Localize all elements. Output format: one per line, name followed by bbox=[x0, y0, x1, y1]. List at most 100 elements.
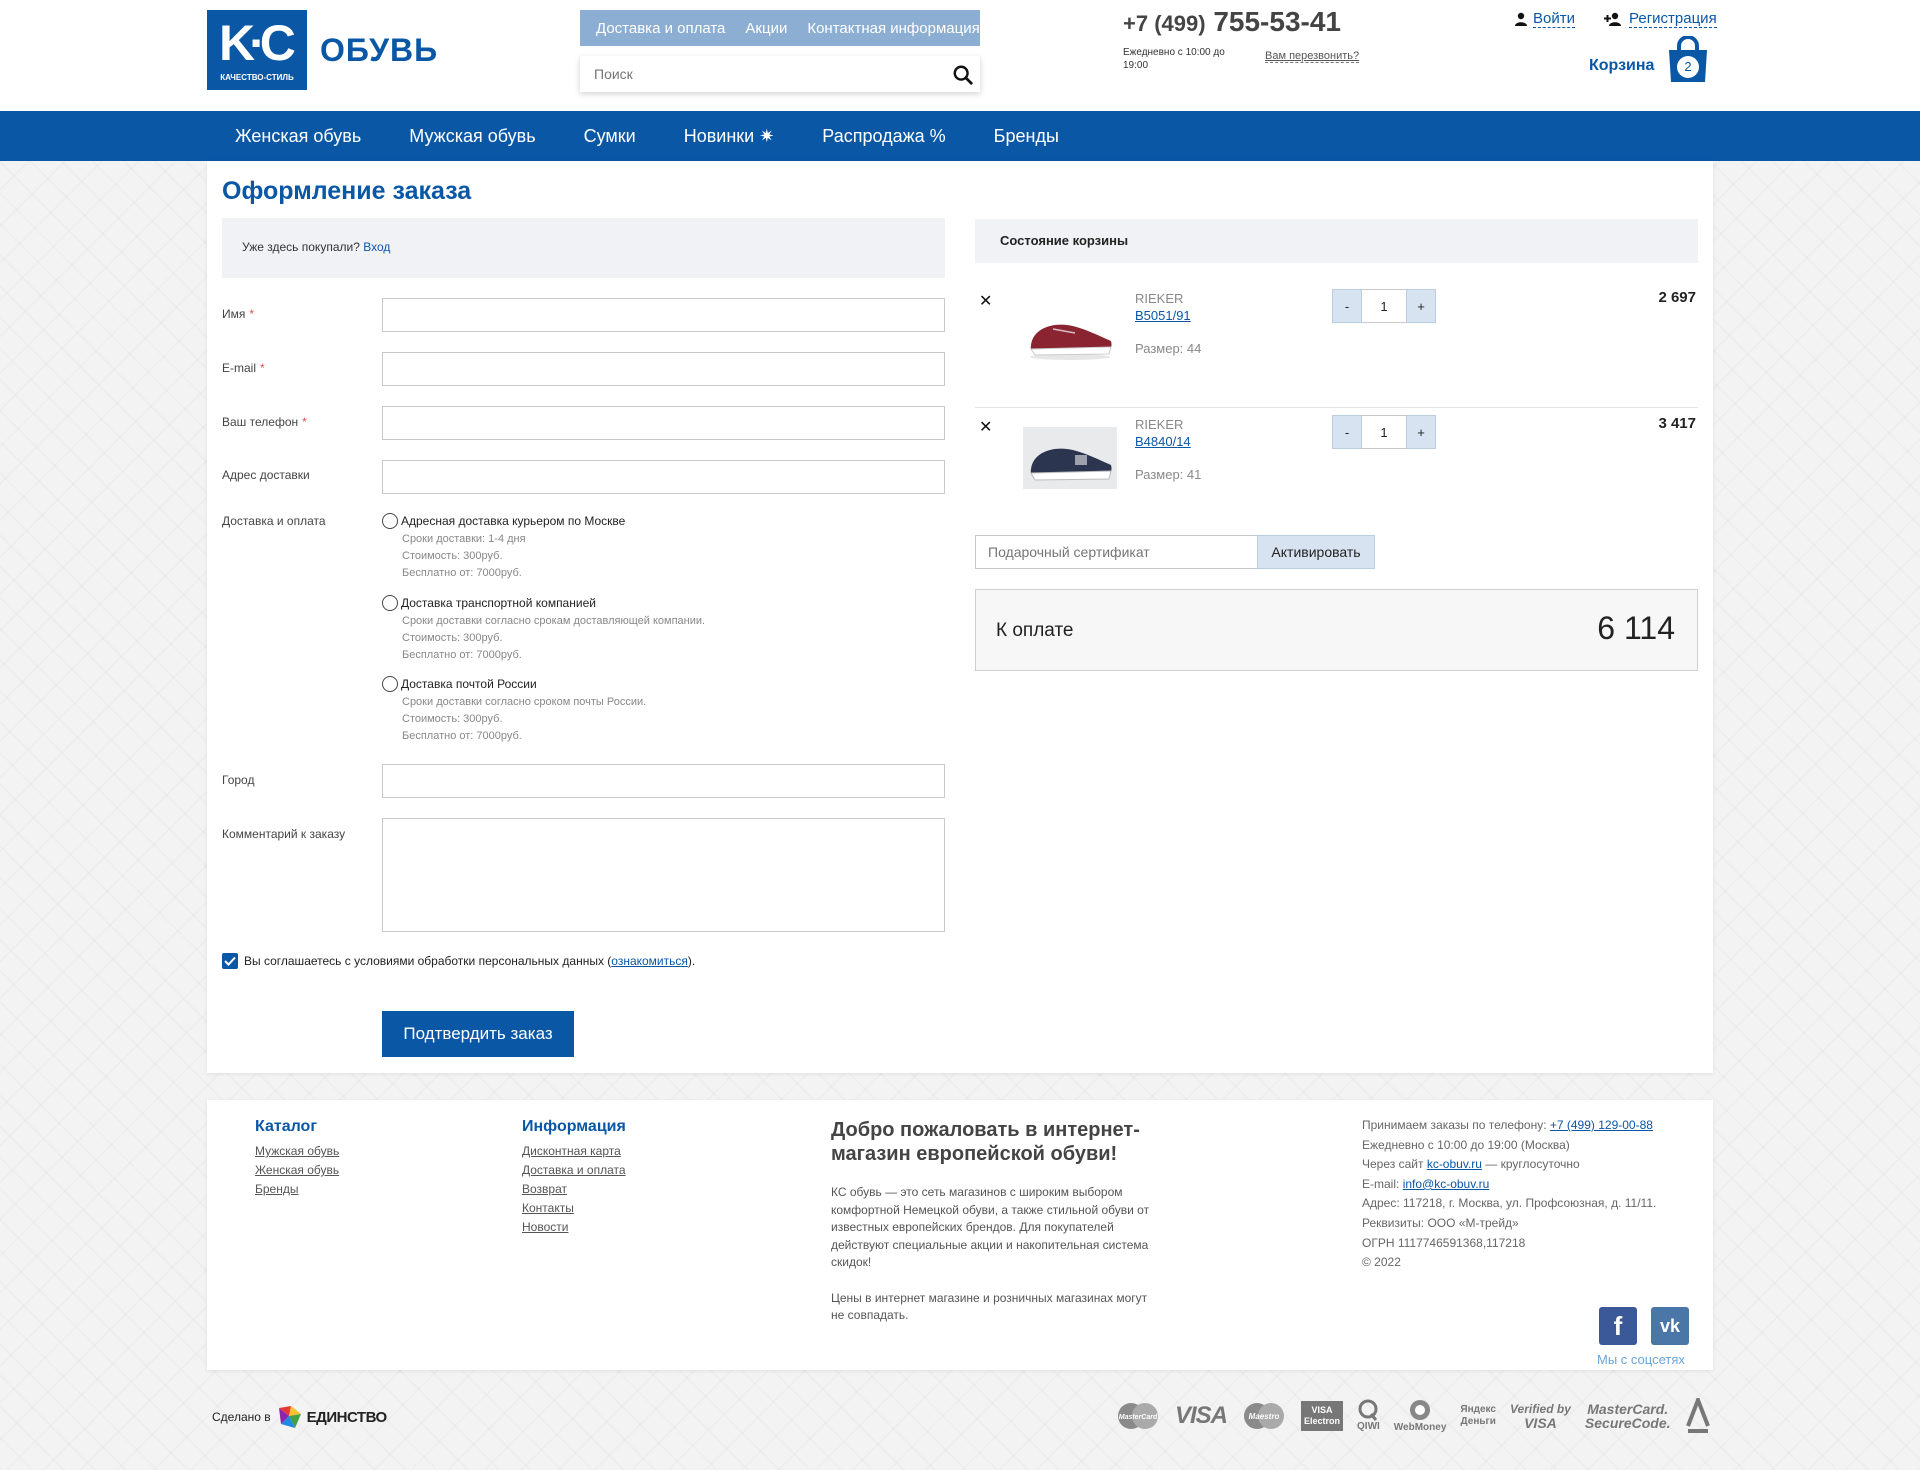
orders-phone-link[interactable]: +7 (499) 129-00-88 bbox=[1550, 1118, 1653, 1132]
footer-info-title: Информация bbox=[522, 1118, 626, 1135]
quantity-stepper: - 1 + bbox=[1332, 415, 1436, 449]
footer-welcome: Добро пожаловать в интернет-магазин евро… bbox=[831, 1118, 1161, 1325]
consent-end: ). bbox=[687, 954, 696, 968]
product-image[interactable] bbox=[1023, 301, 1117, 363]
top-link-delivery[interactable]: Доставка и оплата bbox=[596, 20, 725, 37]
footer-link-contacts[interactable]: Контакты bbox=[522, 1199, 626, 1218]
required-mark: * bbox=[302, 415, 307, 429]
mastercard-securecode-icon: MasterCard. SecureCode. bbox=[1585, 1402, 1671, 1430]
footer-info: Информация Дисконтная карта Доставка и о… bbox=[522, 1118, 626, 1237]
email-link[interactable]: info@kc-obuv.ru bbox=[1403, 1177, 1490, 1191]
footer-link-men[interactable]: Мужская обувь bbox=[255, 1142, 339, 1161]
cart-item: ✕ RIEKER B4840/14 Размер: 41 - 1 + 3 417 bbox=[975, 409, 1698, 534]
footer-link-discount[interactable]: Дисконтная карта bbox=[522, 1142, 626, 1161]
developer-name: ЕДИНСТВО bbox=[306, 1408, 388, 1426]
search-icon[interactable] bbox=[952, 64, 974, 86]
orders-text: Принимаем заказы по телефону: bbox=[1362, 1118, 1547, 1132]
site-logo[interactable]: K·C КАЧЕСТВО-СТИЛЬ bbox=[207, 10, 307, 90]
login-inline-link[interactable]: Вход bbox=[363, 240, 390, 254]
footer-link-delivery[interactable]: Доставка и оплата bbox=[522, 1161, 626, 1180]
payment-methods: MasterCard VISA Maestro VISA Electron QI… bbox=[1115, 1398, 1711, 1434]
top-link-promos[interactable]: Акции bbox=[745, 20, 787, 37]
gift-certificate-wrap bbox=[975, 535, 1258, 569]
social-caption: Мы с соцсетях bbox=[1597, 1352, 1685, 1367]
developer-logo[interactable]: ЕДИНСТВО bbox=[277, 1404, 387, 1430]
footer-link-return[interactable]: Возврат bbox=[522, 1180, 626, 1199]
nav-women[interactable]: Женская обувь bbox=[235, 126, 361, 147]
search-input[interactable] bbox=[580, 56, 980, 92]
total-label: К оплате bbox=[996, 620, 1074, 641]
address-field[interactable] bbox=[383, 461, 944, 493]
product-image[interactable] bbox=[1023, 427, 1117, 489]
email-field[interactable] bbox=[383, 353, 944, 385]
checkmark-icon bbox=[224, 956, 236, 966]
delivery-free: Бесплатно от: 7000руб. bbox=[402, 567, 522, 579]
city-field[interactable] bbox=[383, 765, 944, 797]
remove-item-icon[interactable]: ✕ bbox=[979, 417, 992, 437]
consent-checkbox[interactable] bbox=[222, 953, 238, 969]
required-mark: * bbox=[249, 307, 255, 321]
mastercard-label: MasterCard bbox=[1119, 1414, 1158, 1421]
login-label: Войти bbox=[1533, 10, 1575, 28]
consent-link[interactable]: ознакомиться bbox=[611, 954, 688, 968]
add-user-icon bbox=[1604, 12, 1621, 26]
quantity-minus-button[interactable]: - bbox=[1332, 415, 1362, 449]
header-phone[interactable]: +7 (499) 755-53-41 bbox=[1123, 6, 1341, 38]
visa-icon: VISA bbox=[1175, 1402, 1228, 1429]
confirm-order-button[interactable]: Подтвердить заказ bbox=[382, 1011, 574, 1057]
nav-bags[interactable]: Сумки bbox=[584, 126, 636, 147]
logo-word[interactable]: ОБУВЬ bbox=[320, 32, 438, 69]
footer: Каталог Мужская обувь Женская обувь Брен… bbox=[207, 1100, 1713, 1370]
facebook-icon[interactable]: f bbox=[1599, 1307, 1637, 1345]
delivery-radio-post[interactable] bbox=[382, 676, 398, 692]
delivery-option-post: Доставка почтой России Сроки доставки со… bbox=[382, 676, 646, 745]
top-link-contacts[interactable]: Контактная информация bbox=[807, 20, 979, 37]
email-field-wrap bbox=[382, 352, 945, 386]
name-field[interactable] bbox=[383, 299, 944, 331]
quantity-stepper: - 1 + bbox=[1332, 289, 1436, 323]
delivery-radio-courier[interactable] bbox=[382, 513, 398, 529]
footer-link-brands[interactable]: Бренды bbox=[255, 1180, 339, 1199]
phone-field[interactable] bbox=[383, 407, 944, 439]
footer-catalog-title: Каталог bbox=[255, 1118, 317, 1135]
comment-field[interactable] bbox=[382, 818, 945, 932]
register-link[interactable]: Регистрация bbox=[1604, 10, 1717, 28]
quantity-input[interactable]: 1 bbox=[1362, 415, 1406, 449]
site-link[interactable]: kc-obuv.ru bbox=[1427, 1157, 1482, 1171]
nav-brands[interactable]: Бренды bbox=[994, 126, 1059, 147]
footer-link-women[interactable]: Женская обувь bbox=[255, 1161, 339, 1180]
quantity-plus-button[interactable]: + bbox=[1406, 289, 1436, 323]
nav-sale[interactable]: Распродажа % bbox=[822, 126, 945, 147]
work-hours: Ежедневно с 10:00 до 19:00 bbox=[1123, 47, 1225, 71]
delivery-option-transport: Доставка транспортной компанией Сроки до… bbox=[382, 595, 705, 664]
gift-certificate-input[interactable] bbox=[976, 536, 1257, 568]
qiwi-symbol bbox=[1358, 1399, 1378, 1421]
quantity-input[interactable]: 1 bbox=[1362, 289, 1406, 323]
cart-state-heading: Состояние корзины bbox=[975, 219, 1698, 263]
product-brand: RIEKER bbox=[1135, 291, 1184, 306]
quantity-plus-button[interactable]: + bbox=[1406, 415, 1436, 449]
visa-electron-bottom: Electron bbox=[1304, 1416, 1341, 1426]
product-sku-link[interactable]: B5051/91 bbox=[1135, 308, 1191, 323]
logo-mark: K·C bbox=[219, 15, 296, 71]
contacts-hours: Ежедневно с 10:00 до 19:00 (Москва) bbox=[1362, 1137, 1570, 1152]
callback-link[interactable]: Вам перезвонить? bbox=[1265, 50, 1360, 63]
footer-link-news[interactable]: Новости bbox=[522, 1218, 626, 1237]
product-sku-link[interactable]: B4840/14 bbox=[1135, 434, 1191, 449]
register-label: Регистрация bbox=[1629, 10, 1717, 28]
remove-item-icon[interactable]: ✕ bbox=[979, 291, 992, 311]
address-field-wrap bbox=[382, 460, 945, 494]
login-link[interactable]: Войти bbox=[1514, 10, 1575, 28]
quantity-minus-button[interactable]: - bbox=[1332, 289, 1362, 323]
qiwi-icon: QIWI bbox=[1357, 1399, 1380, 1433]
delivery-term: Сроки доставки: 1-4 дня bbox=[402, 533, 526, 545]
nav-men[interactable]: Мужская обувь bbox=[409, 126, 535, 147]
contacts-address: Адрес: 117218, г. Москва, ул. Профсоюзна… bbox=[1362, 1196, 1657, 1211]
activate-certificate-button[interactable]: Активировать bbox=[1257, 535, 1375, 569]
page-title: Оформление заказа bbox=[222, 177, 472, 205]
delivery-radio-transport[interactable] bbox=[382, 595, 398, 611]
nav-new[interactable]: Новинки ✷ bbox=[684, 126, 775, 147]
cart-label[interactable]: Корзина bbox=[1589, 57, 1654, 75]
delivery-option-courier: Адресная доставка курьером по Москве Сро… bbox=[382, 513, 625, 582]
vk-icon[interactable]: vk bbox=[1651, 1307, 1689, 1345]
